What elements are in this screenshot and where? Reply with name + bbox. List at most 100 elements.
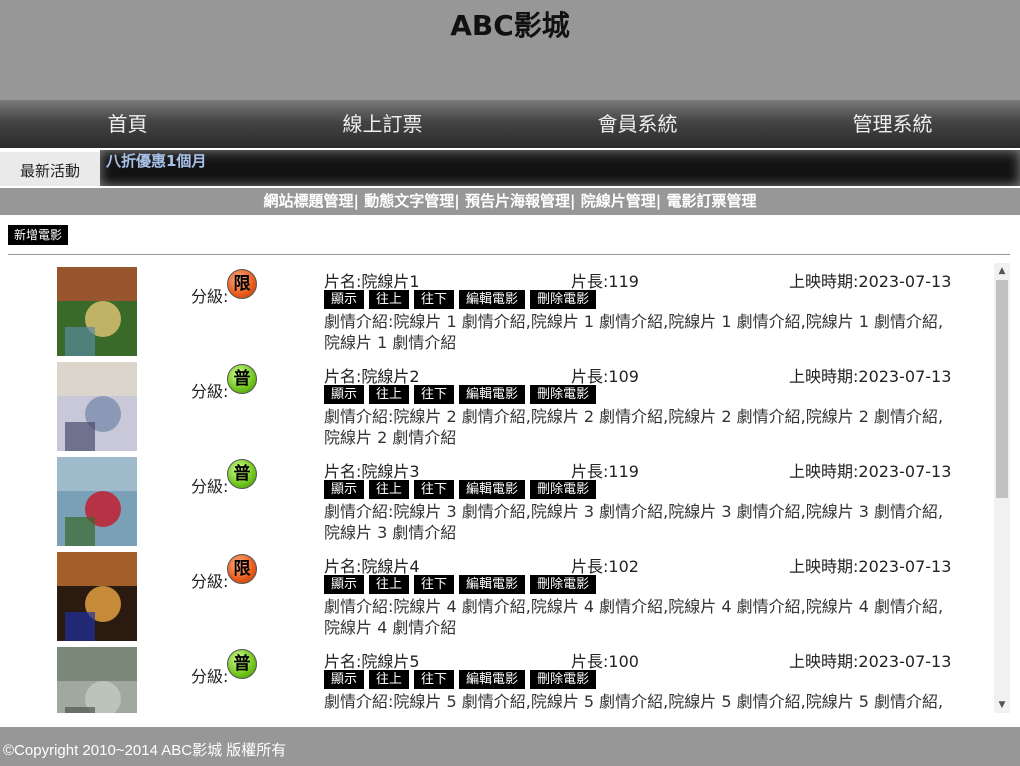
rating-label: 分級: bbox=[191, 287, 229, 306]
movie-row: 分級: 普 片名:院線片2 片長:109 上映時期:2023-07-13 顯示 往上 往下 編輯… bbox=[8, 358, 993, 453]
movie-description: 劇情介紹:院線片 4 劇情介紹,院線片 4 劇情介紹,院線片 4 劇情介紹,院線… bbox=[324, 597, 944, 637]
news-label: 最新活動 bbox=[0, 152, 100, 186]
news-text: 八折優惠1個月 bbox=[106, 152, 207, 170]
movie-actions: 顯示 往上 往下 編輯電影 刪除電影 bbox=[324, 480, 597, 499]
footer: ©Copyright 2010~2014 ABC影城 版權所有 bbox=[0, 727, 1020, 766]
movie-actions: 顯示 往上 往下 編輯電影 刪除電影 bbox=[324, 385, 597, 404]
move-up-button[interactable]: 往上 bbox=[369, 385, 410, 404]
delete-movie-button[interactable]: 刪除電影 bbox=[530, 385, 597, 404]
admin-link-orders[interactable]: 電影訂票管理 bbox=[666, 192, 756, 210]
header: ABC影城 bbox=[0, 0, 1020, 100]
movie-release-date: 上映時期:2023-07-13 bbox=[789, 272, 952, 291]
admin-link-marquee[interactable]: 動態文字管理 bbox=[364, 192, 454, 210]
admin-link-movies[interactable]: 院線片管理 bbox=[581, 192, 656, 210]
site-title: ABC影城 bbox=[450, 9, 570, 42]
movie-list[interactable]: 分級: 限片名:院線片1 片長:119 上映時期:2023-07-13 顯示 往上 往下 編輯… bbox=[8, 263, 1010, 713]
copyright-text: ©Copyright 2010~2014 ABC影城 版權所有 bbox=[3, 742, 287, 759]
movie-release-date: 上映時期:2023-07-13 bbox=[789, 462, 952, 481]
move-up-button[interactable]: 往上 bbox=[369, 480, 410, 499]
show-button[interactable]: 顯示 bbox=[324, 385, 365, 404]
movie-row: 分級: 普 片名:院線片5 片長:100 上映時期:2023-07-13 顯示 往上 往下 編輯… bbox=[8, 643, 993, 713]
admin-link-trailer[interactable]: 預告片海報管理 bbox=[465, 192, 570, 210]
movie-poster bbox=[57, 457, 137, 546]
movie-length: 片長:119 bbox=[571, 462, 639, 481]
news-marquee: 八折優惠1個月 bbox=[100, 150, 1020, 186]
movie-name: 片名:院線片5 bbox=[324, 652, 420, 671]
admin-link-title[interactable]: 網站標題管理 bbox=[264, 192, 354, 210]
movie-row: 分級: 限 片名:院線片1 片長:119 上映時期:2023-07-13 顯示 往上 往下 編輯… bbox=[8, 263, 993, 358]
movie-poster bbox=[57, 552, 137, 641]
movie-release-date: 上映時期:2023-07-13 bbox=[789, 652, 952, 671]
movie-row: 分級: 限 片名:院線片4 片長:102 上映時期:2023-07-13 顯示 往上 往下 編輯… bbox=[8, 548, 993, 643]
movie-length: 片長:109 bbox=[571, 367, 639, 386]
movie-actions: 顯示 往上 往下 編輯電影 刪除電影 bbox=[324, 670, 597, 689]
admin-separator: | bbox=[353, 192, 360, 210]
scroll-up-arrow-icon[interactable]: ▲ bbox=[994, 263, 1010, 279]
scroll-thumb[interactable] bbox=[996, 280, 1008, 498]
rating-label: 分級: bbox=[191, 667, 229, 686]
rating-badge-icon: 限 bbox=[227, 554, 257, 584]
admin-menu: 網站標題管理| 動態文字管理| 預告片海報管理| 院線片管理| 電影訂票管理 bbox=[0, 188, 1020, 215]
rating-badge-icon: 普 bbox=[227, 364, 257, 394]
admin-separator: | bbox=[454, 192, 460, 210]
move-up-button[interactable]: 往上 bbox=[369, 670, 410, 689]
rating-label: 分級: bbox=[191, 477, 229, 496]
divider bbox=[8, 254, 1010, 255]
show-button[interactable]: 顯示 bbox=[324, 290, 365, 309]
rating-badge-icon: 普 bbox=[227, 459, 257, 489]
rating-label: 分級: bbox=[191, 382, 229, 401]
move-down-button[interactable]: 往下 bbox=[414, 670, 455, 689]
scroll-down-arrow-icon[interactable]: ▼ bbox=[994, 697, 1010, 713]
move-up-button[interactable]: 往上 bbox=[369, 575, 410, 594]
nav-booking[interactable]: 線上訂票 bbox=[255, 100, 510, 148]
admin-separator: | bbox=[655, 192, 662, 210]
rating-badge-icon: 普 bbox=[227, 649, 257, 679]
move-down-button[interactable]: 往下 bbox=[414, 385, 455, 404]
news-bar: 最新活動 八折優惠1個月 bbox=[0, 150, 1020, 186]
movie-poster bbox=[57, 647, 137, 713]
movie-poster bbox=[57, 362, 137, 451]
movie-description: 劇情介紹:院線片 5 劇情介紹,院線片 5 劇情介紹,院線片 5 劇情介紹,院線… bbox=[324, 692, 944, 711]
show-button[interactable]: 顯示 bbox=[324, 480, 365, 499]
movie-name: 片名:院線片3 bbox=[324, 462, 420, 481]
movie-description: 劇情介紹:院線片 1 劇情介紹,院線片 1 劇情介紹,院線片 1 劇情介紹,院線… bbox=[324, 312, 944, 352]
edit-movie-button[interactable]: 編輯電影 bbox=[459, 385, 526, 404]
show-button[interactable]: 顯示 bbox=[324, 670, 365, 689]
delete-movie-button[interactable]: 刪除電影 bbox=[530, 670, 597, 689]
main-nav: 首頁 線上訂票 會員系統 管理系統 bbox=[0, 100, 1020, 148]
move-down-button[interactable]: 往下 bbox=[414, 575, 455, 594]
movie-name: 片名:院線片2 bbox=[324, 367, 420, 386]
movie-row: 分級: 普 片名:院線片3 片長:119 上映時期:2023-07-13 顯示 往上 往下 編輯… bbox=[8, 453, 993, 548]
edit-movie-button[interactable]: 編輯電影 bbox=[459, 290, 526, 309]
movie-length: 片長:100 bbox=[571, 652, 639, 671]
movie-release-date: 上映時期:2023-07-13 bbox=[789, 367, 952, 386]
nav-admin[interactable]: 管理系統 bbox=[765, 100, 1020, 148]
movie-description: 劇情介紹:院線片 2 劇情介紹,院線片 2 劇情介紹,院線片 2 劇情介紹,院線… bbox=[324, 407, 944, 447]
movie-release-date: 上映時期:2023-07-13 bbox=[789, 557, 952, 576]
movie-name: 片名:院線片1 bbox=[324, 272, 420, 291]
nav-member[interactable]: 會員系統 bbox=[510, 100, 765, 148]
move-up-button[interactable]: 往上 bbox=[369, 290, 410, 309]
movie-poster bbox=[57, 267, 137, 356]
edit-movie-button[interactable]: 編輯電影 bbox=[459, 670, 526, 689]
movie-name: 片名:院線片4 bbox=[324, 557, 420, 576]
movie-list-scrollbar[interactable]: ▲ ▼ bbox=[994, 263, 1010, 713]
movie-length: 片長:102 bbox=[571, 557, 639, 576]
move-down-button[interactable]: 往下 bbox=[414, 290, 455, 309]
edit-movie-button[interactable]: 編輯電影 bbox=[459, 480, 526, 499]
add-movie-button[interactable]: 新增電影 bbox=[8, 225, 69, 245]
nav-home[interactable]: 首頁 bbox=[0, 100, 255, 148]
delete-movie-button[interactable]: 刪除電影 bbox=[530, 575, 597, 594]
edit-movie-button[interactable]: 編輯電影 bbox=[459, 575, 526, 594]
movie-description: 劇情介紹:院線片 3 劇情介紹,院線片 3 劇情介紹,院線片 3 劇情介紹,院線… bbox=[324, 502, 944, 542]
movie-actions: 顯示 往上 往下 編輯電影 刪除電影 bbox=[324, 575, 597, 594]
movie-actions: 顯示 往上 往下 編輯電影 刪除電影 bbox=[324, 290, 597, 309]
movie-length: 片長:119 bbox=[571, 272, 639, 291]
delete-movie-button[interactable]: 刪除電影 bbox=[530, 480, 597, 499]
show-button[interactable]: 顯示 bbox=[324, 575, 365, 594]
rating-label: 分級: bbox=[191, 572, 229, 591]
delete-movie-button[interactable]: 刪除電影 bbox=[530, 290, 597, 309]
admin-separator: | bbox=[570, 192, 576, 210]
move-down-button[interactable]: 往下 bbox=[414, 480, 455, 499]
rating-badge-icon: 限 bbox=[227, 269, 257, 299]
